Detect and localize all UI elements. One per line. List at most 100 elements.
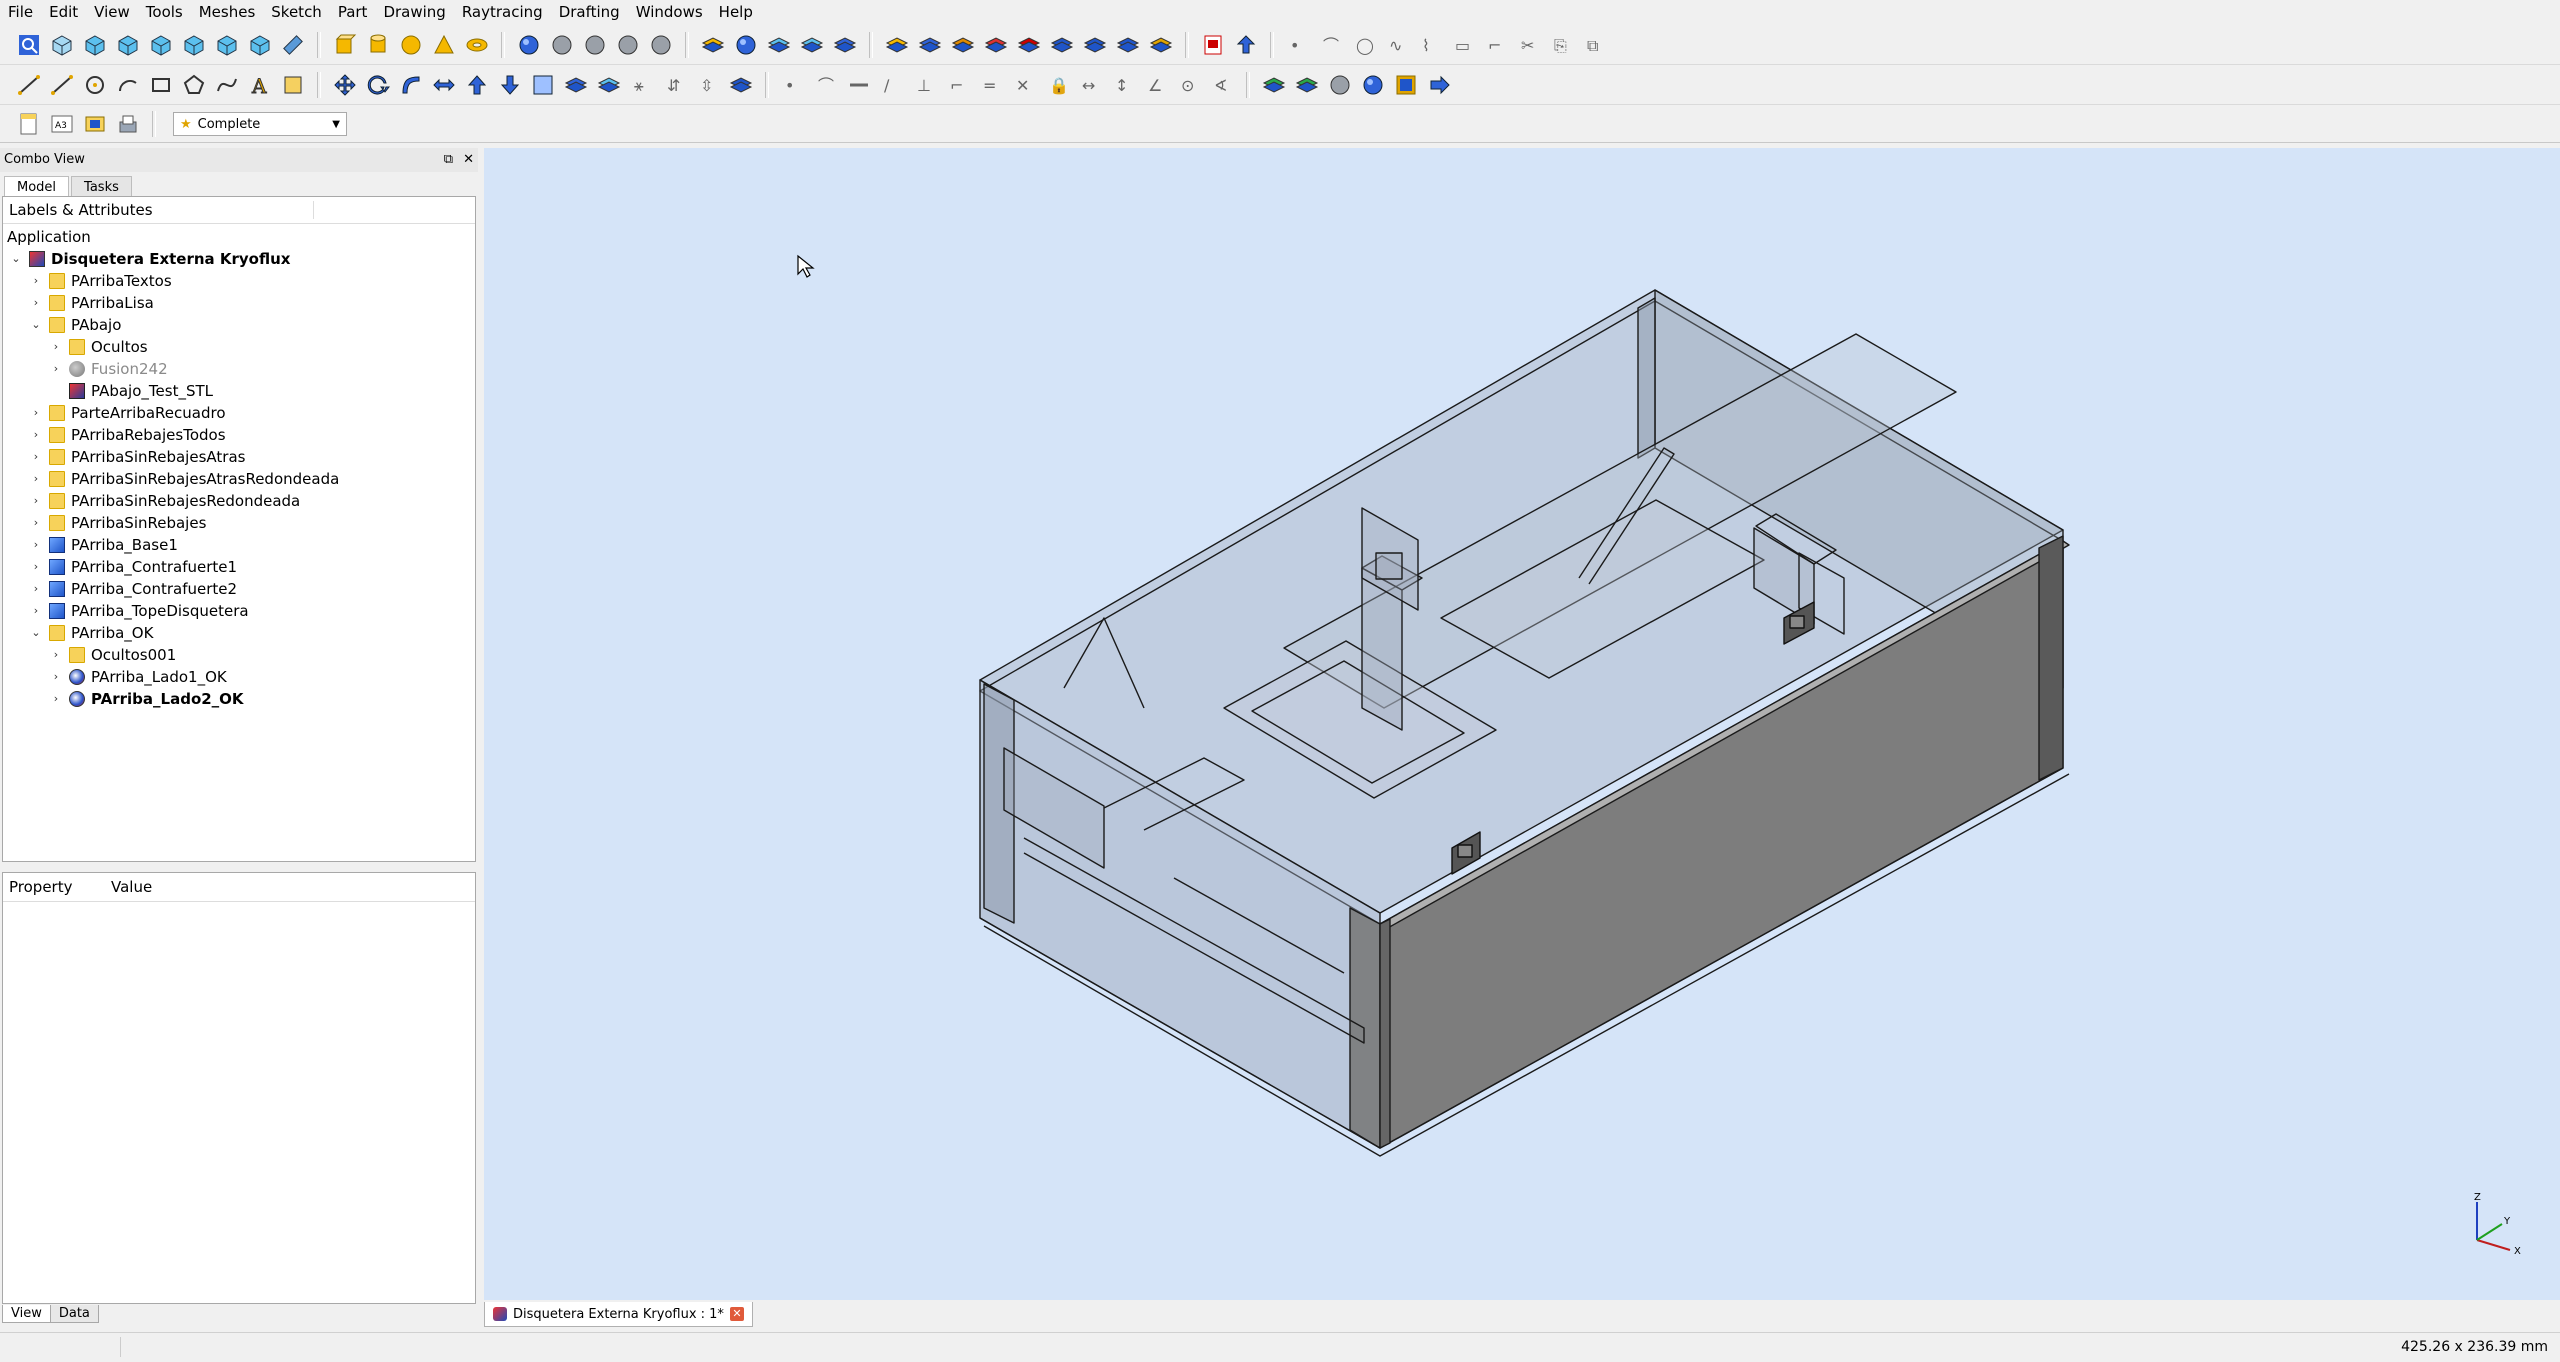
- menu-item-file[interactable]: File: [0, 0, 41, 24]
- chevron-right-icon[interactable]: ›: [29, 578, 43, 600]
- chevron-right-icon[interactable]: ›: [29, 600, 43, 622]
- a3-page-icon[interactable]: A3: [47, 110, 77, 138]
- drawing-view-icon[interactable]: [80, 110, 110, 138]
- snap-midpoint-icon[interactable]: =: [976, 71, 1006, 99]
- bspline-icon[interactable]: ⌇: [1415, 31, 1445, 59]
- menu-item-sketch[interactable]: Sketch: [263, 0, 330, 24]
- chevron-down-icon[interactable]: ⌄: [29, 314, 43, 336]
- tree-item[interactable]: › PArriba_Contrafuerte1: [3, 556, 475, 578]
- menu-item-meshes[interactable]: Meshes: [191, 0, 264, 24]
- model-tree[interactable]: Labels & Attributes Application ⌄ Disquet…: [2, 196, 476, 862]
- fuse-icon[interactable]: [580, 31, 610, 59]
- fillet-icon[interactable]: [797, 31, 827, 59]
- render-icon[interactable]: [981, 31, 1011, 59]
- raytracing-project-icon[interactable]: [882, 31, 912, 59]
- array-icon[interactable]: [561, 71, 591, 99]
- tree-item[interactable]: › PArribaRebajesTodos: [3, 424, 475, 446]
- menu-item-drawing[interactable]: Drawing: [375, 0, 453, 24]
- shape2dview-icon[interactable]: ⧉: [1580, 31, 1610, 59]
- snap-intersection-icon[interactable]: ✕: [1009, 71, 1039, 99]
- trim-icon[interactable]: ⌐: [1481, 31, 1511, 59]
- tree-item[interactable]: › PArribaSinRebajesAtrasRedondeada: [3, 468, 475, 490]
- polygon-icon[interactable]: [179, 71, 209, 99]
- cone-icon[interactable]: [429, 31, 459, 59]
- property-editor[interactable]: Property Value: [2, 872, 476, 1304]
- snap-horizontal-icon[interactable]: ↔: [1075, 71, 1105, 99]
- torus-icon[interactable]: [462, 31, 492, 59]
- polyline-icon[interactable]: ∿: [1382, 31, 1412, 59]
- menu-item-edit[interactable]: Edit: [41, 0, 86, 24]
- revolve-icon[interactable]: [731, 31, 761, 59]
- fit-all-icon[interactable]: [14, 31, 44, 59]
- snap-angle-icon[interactable]: ∢: [1207, 71, 1237, 99]
- tree-item[interactable]: › Fusion242: [3, 358, 475, 380]
- clone-icon[interactable]: ⎘: [1547, 31, 1577, 59]
- close-icon[interactable]: ✕: [729, 1307, 744, 1321]
- snap-parallel-icon[interactable]: ∕: [877, 71, 907, 99]
- circle-icon[interactable]: ◯: [1349, 31, 1379, 59]
- close-panel-icon[interactable]: ✕: [463, 148, 474, 172]
- rectangle-icon[interactable]: [146, 71, 176, 99]
- macro-list-icon[interactable]: [1358, 71, 1388, 99]
- extrude-icon[interactable]: [698, 31, 728, 59]
- snap-vertical-icon[interactable]: ↕: [1108, 71, 1138, 99]
- reset-camera-icon[interactable]: [1146, 31, 1176, 59]
- scale-icon[interactable]: [429, 71, 459, 99]
- luxrender-icon[interactable]: [1047, 31, 1077, 59]
- arc-icon[interactable]: ⌒: [1316, 31, 1346, 59]
- measure-icon[interactable]: [278, 31, 308, 59]
- boolean-icon[interactable]: [514, 31, 544, 59]
- rectangle-icon[interactable]: ▭: [1448, 31, 1478, 59]
- select-group-icon[interactable]: ⇳: [693, 71, 723, 99]
- downgrade-icon[interactable]: [495, 71, 525, 99]
- isometric-view-icon[interactable]: [47, 31, 77, 59]
- shape-view-icon[interactable]: [726, 71, 756, 99]
- tree-item[interactable]: ⌄ Disquetera Externa Kryoflux: [3, 248, 475, 270]
- mirror-icon[interactable]: [764, 31, 794, 59]
- move-icon[interactable]: [330, 71, 360, 99]
- 3d-viewport[interactable]: Z Y X: [484, 148, 2560, 1300]
- chamfer-icon[interactable]: [830, 31, 860, 59]
- left-view-icon[interactable]: [245, 31, 275, 59]
- circle-icon[interactable]: [80, 71, 110, 99]
- snap-point-icon[interactable]: •: [778, 71, 808, 99]
- chevron-right-icon[interactable]: ›: [29, 270, 43, 292]
- chevron-right-icon[interactable]: ›: [29, 534, 43, 556]
- section-icon[interactable]: [646, 31, 676, 59]
- tree-item[interactable]: › Ocultos: [3, 336, 475, 358]
- chevron-down-icon[interactable]: ⌄: [29, 622, 43, 644]
- bottom-view-icon[interactable]: [212, 31, 242, 59]
- menu-item-windows[interactable]: Windows: [628, 0, 711, 24]
- tree-item[interactable]: › ParteArribaRecuadro: [3, 402, 475, 424]
- clone-icon[interactable]: [594, 71, 624, 99]
- chevron-down-icon[interactable]: ⌄: [9, 248, 23, 270]
- insert-camera-icon[interactable]: [1080, 31, 1110, 59]
- box-icon[interactable]: [330, 31, 360, 59]
- chevron-right-icon[interactable]: ›: [29, 556, 43, 578]
- front-view-icon[interactable]: [80, 31, 110, 59]
- povray-icon[interactable]: [1014, 31, 1044, 59]
- export-povray-icon[interactable]: [948, 31, 978, 59]
- tab-data[interactable]: Data: [49, 1305, 99, 1323]
- chevron-right-icon[interactable]: ›: [49, 666, 63, 688]
- tree-item[interactable]: › PArriba_Base1: [3, 534, 475, 556]
- split-icon[interactable]: ✂: [1514, 31, 1544, 59]
- offset-icon[interactable]: [396, 71, 426, 99]
- menu-item-part[interactable]: Part: [330, 0, 376, 24]
- chevron-right-icon[interactable]: ›: [29, 490, 43, 512]
- rear-view-icon[interactable]: [179, 31, 209, 59]
- tab-view[interactable]: View: [2, 1305, 51, 1323]
- workbench-selector[interactable]: ★ Complete ▼: [173, 112, 347, 136]
- menu-item-tools[interactable]: Tools: [138, 0, 191, 24]
- upgrade-icon[interactable]: [462, 71, 492, 99]
- chevron-right-icon[interactable]: ›: [29, 512, 43, 534]
- export-page-icon[interactable]: [113, 110, 143, 138]
- text-icon[interactable]: A: [245, 71, 275, 99]
- document-tab[interactable]: Disquetera Externa Kryoflux : 1* ✕: [484, 1302, 753, 1327]
- cylinder-icon[interactable]: [363, 31, 393, 59]
- upload-icon[interactable]: [1231, 31, 1261, 59]
- tree-item[interactable]: › Ocultos001: [3, 644, 475, 666]
- snap-line-icon[interactable]: [844, 71, 874, 99]
- add-to-group-icon[interactable]: ⇵: [660, 71, 690, 99]
- export-view-icon[interactable]: [1113, 31, 1143, 59]
